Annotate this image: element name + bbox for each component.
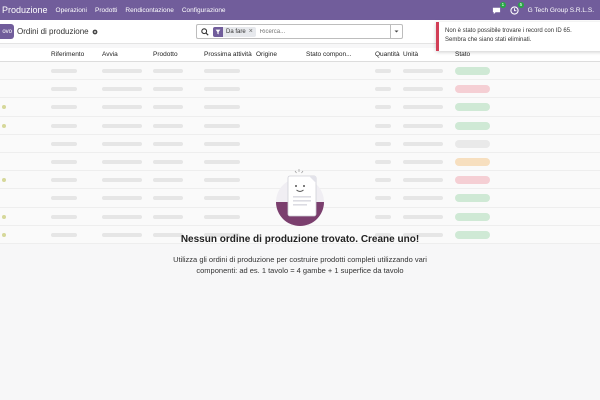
placeholder-cell [153, 159, 183, 164]
col-stato-componenti[interactable]: Stato compon... [306, 51, 352, 58]
placeholder-cell [51, 159, 77, 164]
empty-state-title: Nessun ordine di produzione trovato. Cre… [180, 234, 420, 245]
placeholder-cell [102, 105, 142, 110]
gear-icon[interactable] [92, 29, 98, 35]
page-title: Ordini di produzione [17, 27, 89, 36]
menu-operazioni[interactable]: Operazioni [56, 7, 87, 14]
caret-down-icon [394, 30, 399, 33]
status-badge [455, 157, 490, 166]
empty-document-illustration [276, 169, 324, 226]
table-row [0, 134, 600, 153]
placeholder-cell [153, 69, 183, 73]
placeholder-cell [102, 141, 142, 146]
empty-state-description: Utilizza gli ordini di produzione per co… [0, 254, 600, 276]
notification-line-2: Sembra che siano stati eliminati. [445, 36, 532, 43]
search-bar: Da fare × [196, 24, 403, 39]
facet-label: Da fare [226, 28, 246, 35]
col-riferimento[interactable]: Riferimento [51, 51, 84, 58]
notification-line-1: Non è stato possibile trovare i record c… [445, 28, 572, 34]
search-icon[interactable] [201, 27, 209, 36]
placeholder-cell [375, 159, 391, 164]
search-options-toggle[interactable] [390, 25, 402, 38]
new-button[interactable]: ovo [0, 24, 14, 39]
placeholder-cell [375, 69, 391, 73]
placeholder-cell [51, 87, 77, 92]
col-quantita[interactable]: Quantità [375, 51, 400, 58]
col-avvia[interactable]: Avvia [102, 51, 118, 58]
table-row [0, 62, 600, 81]
priority-dot [2, 105, 6, 110]
placeholder-cell [403, 159, 443, 164]
placeholder-cell [102, 87, 142, 92]
filter-facet: Da fare × [213, 26, 256, 37]
app-name[interactable]: Produzione [2, 5, 48, 15]
status-badge [455, 67, 490, 75]
breadcrumb: Ordini di produzione [17, 27, 98, 36]
chat-badge: 1 [500, 2, 506, 8]
placeholder-cell [403, 87, 443, 92]
placeholder-cell [102, 69, 142, 73]
placeholder-cell [403, 123, 443, 128]
status-badge [455, 139, 490, 148]
status-badge [455, 85, 490, 94]
placeholder-cell [403, 105, 443, 110]
col-prodotto[interactable]: Prodotto [153, 51, 178, 58]
facet-remove-icon[interactable]: × [249, 28, 256, 35]
search-input[interactable] [259, 28, 370, 35]
placeholder-cell [204, 159, 240, 164]
menu-rendicontazione[interactable]: Rendicontazione [125, 7, 173, 14]
placeholder-cell [403, 141, 443, 146]
empty-state-line-1: Utilizza gli ordini di produzione per co… [173, 255, 427, 264]
main-menu: Operazioni Prodotti Rendicontazione Conf… [56, 7, 226, 14]
placeholder-cell [51, 123, 77, 128]
table-row [0, 80, 600, 99]
placeholder-cell [204, 105, 240, 110]
table-row [0, 116, 600, 135]
placeholder-cell [375, 141, 391, 146]
placeholder-cell [403, 69, 443, 73]
placeholder-cell [153, 123, 183, 128]
placeholder-cell [375, 105, 391, 110]
col-stato[interactable]: Stato [455, 51, 470, 58]
placeholder-cell [153, 87, 183, 92]
activity-button[interactable]: 5 [510, 2, 524, 15]
empty-state-line-2: componenti: ad es. 1 tavolo = 4 gambe + … [196, 266, 404, 275]
table-row [0, 98, 600, 117]
col-origine[interactable]: Origine [256, 51, 277, 58]
status-badge [455, 121, 490, 130]
menu-prodotti[interactable]: Prodotti [95, 7, 117, 14]
company-switcher[interactable]: G Tech Group S.R.L.S. [528, 7, 594, 14]
placeholder-cell [204, 87, 240, 92]
chat-button[interactable]: 1 [492, 2, 506, 15]
placeholder-cell [375, 123, 391, 128]
col-unita[interactable]: Unità [403, 51, 418, 58]
placeholder-cell [102, 159, 142, 164]
priority-dot [2, 123, 6, 128]
placeholder-cell [51, 69, 77, 73]
empty-state: Nessun ordine di produzione trovato. Cre… [0, 166, 600, 276]
top-navbar: Produzione Operazioni Prodotti Rendicont… [0, 0, 600, 20]
placeholder-cell [51, 105, 77, 110]
placeholder-cell [204, 141, 240, 146]
placeholder-cell [204, 69, 240, 73]
status-badge [455, 103, 490, 112]
placeholder-cell [102, 123, 142, 128]
col-prossima-attivita[interactable]: Prossima attività [204, 51, 252, 58]
placeholder-cell [375, 87, 391, 92]
filter-icon [213, 26, 223, 37]
placeholder-cell [204, 123, 240, 128]
error-notification[interactable]: Non è stato possibile trovare i record c… [436, 22, 600, 51]
menu-configurazione[interactable]: Configurazione [182, 7, 226, 14]
activity-badge: 5 [518, 2, 524, 8]
placeholder-cell [51, 141, 77, 146]
placeholder-cell [153, 105, 183, 110]
placeholder-cell [153, 141, 183, 146]
